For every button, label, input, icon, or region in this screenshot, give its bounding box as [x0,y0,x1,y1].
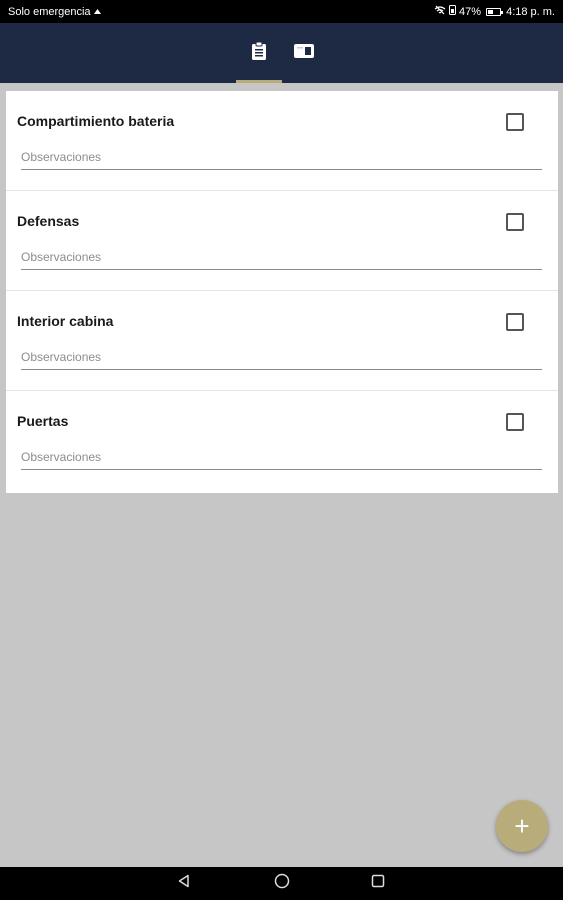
checklist-card: Compartimiento bateria Defensas Interior… [6,91,558,493]
check-item-title: Interior cabina [17,313,114,329]
check-item-checkbox[interactable] [506,213,524,231]
plus-icon: + [514,811,530,841]
system-nav-bar [0,867,563,900]
tab-details[interactable] [281,23,327,83]
recent-apps-button[interactable] [358,867,398,900]
check-item: Puertas [6,391,558,492]
observations-input[interactable] [21,347,542,370]
check-item-checkbox[interactable] [506,313,524,331]
battery-fill [488,9,494,14]
back-button[interactable] [164,867,204,900]
cloud-icon [93,6,102,18]
check-item: Compartimiento bateria [6,91,558,191]
home-icon [274,873,290,894]
status-bar: Solo emergencia 47% 4:18 p. m. [0,0,563,23]
add-fab-button[interactable]: + [496,800,548,852]
home-button[interactable] [262,867,302,900]
check-item: Interior cabina [6,291,558,391]
app-bar [0,23,563,83]
check-item-title: Defensas [17,213,80,229]
check-item-checkbox[interactable] [506,413,524,431]
status-right: 47% 4:18 p. m. [434,5,555,18]
observations-input[interactable] [21,147,542,170]
check-item: Defensas [6,191,558,291]
tab-checklist[interactable] [236,23,282,83]
observations-input[interactable] [21,247,542,270]
clipboard-icon [251,41,267,66]
tab-indicator [236,80,282,83]
status-carrier-text: Solo emergencia [8,5,91,18]
check-item-title: Compartimiento bateria [17,113,175,129]
card-icon [293,43,315,64]
battery-percent: 47% [459,5,482,18]
observations-input[interactable] [21,447,542,470]
check-item-checkbox[interactable] [506,113,524,131]
wifi-off-icon [434,5,446,18]
battery-icon [486,7,504,16]
status-left: Solo emergencia [8,6,102,18]
back-icon [177,874,191,893]
check-item-title: Puertas [17,413,69,429]
status-time: 4:18 p. m. [506,5,555,18]
sim-icon [449,5,457,18]
recent-apps-icon [371,874,385,893]
